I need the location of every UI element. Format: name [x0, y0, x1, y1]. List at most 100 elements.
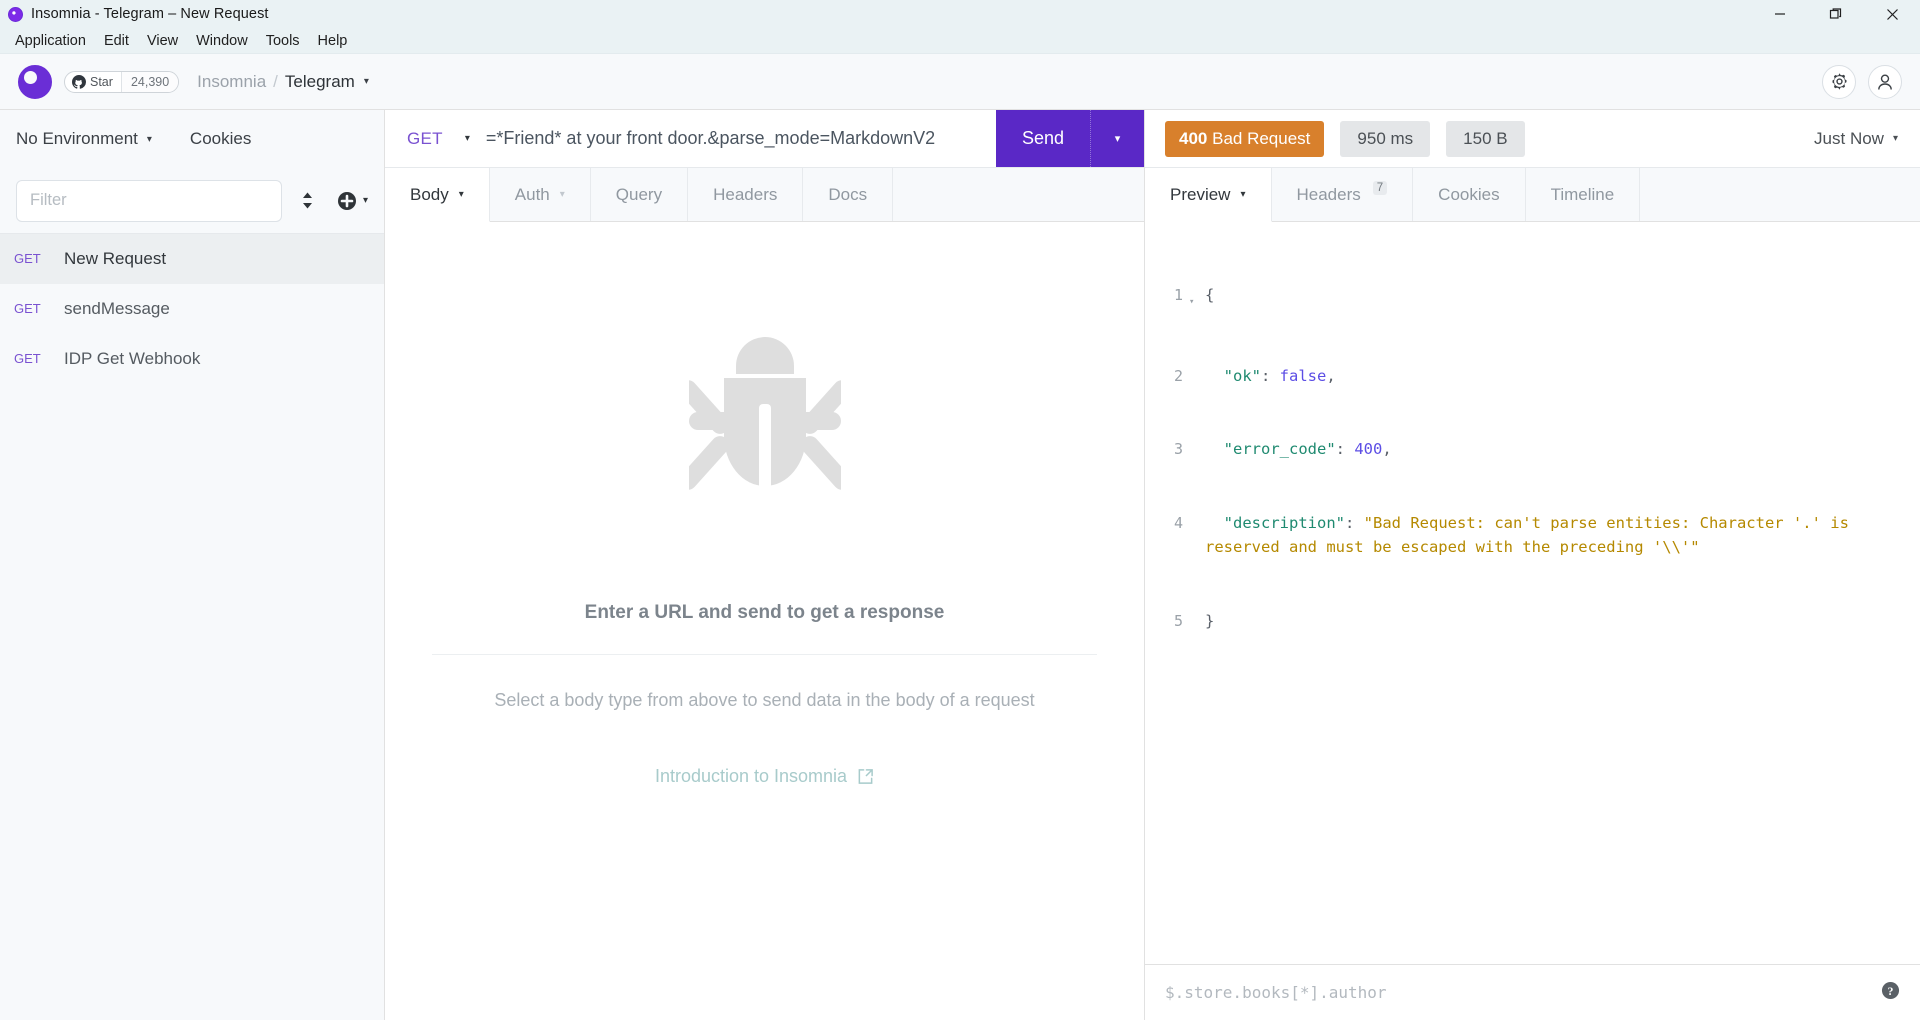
- menu-edit[interactable]: Edit: [95, 30, 138, 52]
- sidebar-item-new-request[interactable]: GET New Request: [0, 234, 384, 284]
- send-group: Send ▾: [995, 110, 1144, 167]
- sidebar-env-row: No Environment ▾ Cookies: [0, 110, 384, 168]
- menubar: Application Edit View Window Tools Help: [0, 28, 1920, 54]
- chevron-down-icon: ▾: [464, 133, 470, 144]
- tab-body[interactable]: Body ▾: [385, 168, 490, 222]
- request-empty-state: Enter a URL and send to get a response S…: [385, 222, 1144, 1020]
- tab-docs[interactable]: Docs: [803, 168, 894, 221]
- response-body-viewer[interactable]: 1 ▾ { 2 "ok": false, 3 "error_code": 400…: [1145, 222, 1920, 964]
- response-size-badge[interactable]: 150 B: [1446, 120, 1525, 157]
- chevron-down-icon: ▾: [559, 189, 565, 200]
- chevron-down-icon: ▾: [1240, 189, 1246, 200]
- tab-label: Body: [410, 184, 449, 204]
- response-time-badge[interactable]: 950 ms: [1340, 120, 1431, 157]
- github-star-label: Star: [90, 74, 113, 89]
- request-name-label: IDP Get Webhook: [64, 348, 201, 368]
- tab-label: Cookies: [1438, 184, 1500, 204]
- titlebar: Insomnia - Telegram – New Request: [0, 0, 1920, 28]
- method-selector[interactable]: GET ▾: [385, 110, 484, 167]
- github-icon: [72, 74, 86, 89]
- github-star-count: 24,390: [120, 71, 179, 92]
- tab-response-headers[interactable]: Headers 7: [1272, 168, 1414, 221]
- send-button[interactable]: Send: [995, 110, 1090, 167]
- headers-count-badge: 7: [1372, 181, 1388, 195]
- line-number: 1: [1173, 286, 1183, 304]
- response-pane: 400 Bad Request 950 ms 150 B Just Now ▾ …: [1145, 110, 1920, 1020]
- menu-window[interactable]: Window: [187, 30, 257, 52]
- chevron-down-icon: ▾: [146, 133, 152, 145]
- github-star-left: Star: [65, 72, 121, 92]
- sort-updown-icon: [302, 192, 312, 209]
- code-text: }: [1205, 611, 1215, 630]
- chevron-down-icon[interactable]: ▾: [364, 76, 369, 87]
- tab-response-cookies[interactable]: Cookies: [1413, 168, 1526, 221]
- response-timestamp: Just Now: [1814, 128, 1884, 148]
- bug-icon: [688, 337, 841, 496]
- breadcrumb: Insomnia / Telegram ▾: [197, 72, 369, 92]
- tab-headers[interactable]: Headers: [688, 168, 804, 221]
- send-options-dropdown[interactable]: ▾: [1090, 110, 1144, 167]
- account-button[interactable]: [1868, 64, 1902, 99]
- request-name-label: New Request: [64, 248, 167, 268]
- request-method-label: GET: [14, 301, 41, 316]
- introduction-link[interactable]: Introduction to Insomnia: [655, 766, 874, 787]
- menu-help[interactable]: Help: [309, 30, 357, 52]
- chevron-down-icon: ▾: [1892, 133, 1898, 144]
- insomnia-brand-icon[interactable]: [18, 64, 52, 99]
- code-line: 4 "description": "Bad Request: can't par…: [1145, 511, 1920, 560]
- sidebar-item-idp-get-webhook[interactable]: GET IDP Get Webhook: [0, 334, 384, 384]
- chevron-down-icon: ▾: [458, 189, 464, 200]
- tab-auth[interactable]: Auth ▾: [490, 168, 591, 221]
- line-number: 3: [1173, 440, 1183, 458]
- response-history-dropdown[interactable]: Just Now ▾: [1814, 129, 1898, 149]
- request-name-label: sendMessage: [64, 298, 170, 318]
- breadcrumb-workspace[interactable]: Insomnia: [197, 72, 266, 92]
- tab-label: Docs: [828, 184, 868, 204]
- menu-view[interactable]: View: [138, 30, 187, 52]
- tab-label: Preview: [1170, 184, 1231, 204]
- filter-input[interactable]: [16, 179, 282, 222]
- tabbar-fill: [1640, 168, 1920, 221]
- url-bar: GET ▾ Send ▾: [385, 110, 1144, 168]
- request-list: GET New Request GET sendMessage GET IDP …: [0, 234, 384, 1020]
- code-line: 5 }: [1145, 609, 1920, 634]
- maximize-icon[interactable]: [1808, 0, 1864, 28]
- help-button[interactable]: ?: [1881, 981, 1900, 1005]
- minimize-icon[interactable]: [1752, 0, 1808, 28]
- code-text: "error_code": 400,: [1223, 440, 1392, 458]
- tab-timeline[interactable]: Timeline: [1526, 168, 1641, 221]
- menu-tools[interactable]: Tools: [257, 30, 309, 52]
- environment-selector[interactable]: No Environment ▾: [16, 129, 152, 149]
- tab-label: Headers: [713, 184, 778, 204]
- close-icon[interactable]: [1864, 0, 1920, 28]
- request-method-label: GET: [14, 351, 41, 366]
- account-icon: [1878, 73, 1892, 90]
- tab-preview[interactable]: Preview ▾: [1145, 168, 1272, 222]
- response-tabbar: Preview ▾ Headers 7 Cookies Timeline: [1145, 168, 1920, 222]
- window-title: Insomnia - Telegram – New Request: [31, 6, 269, 22]
- jsonpath-filter-input[interactable]: [1165, 983, 1869, 1002]
- code-text: "ok": false,: [1223, 366, 1336, 385]
- settings-button[interactable]: [1822, 64, 1856, 99]
- tab-query[interactable]: Query: [591, 168, 689, 221]
- status-badge[interactable]: 400 Bad Request: [1165, 120, 1325, 157]
- breadcrumb-separator: /: [273, 71, 278, 91]
- fold-toggle-icon[interactable]: ▾: [1189, 283, 1205, 315]
- response-filter-bar: ?: [1145, 964, 1920, 1020]
- divider: [432, 654, 1097, 655]
- method-label: GET: [407, 128, 443, 148]
- add-request-button[interactable]: ▾: [337, 191, 368, 211]
- breadcrumb-project[interactable]: Telegram: [285, 72, 355, 92]
- svg-text:?: ?: [1888, 983, 1894, 997]
- github-star-button[interactable]: Star 24,390: [64, 70, 180, 93]
- url-input[interactable]: [483, 110, 996, 167]
- cookies-button[interactable]: Cookies: [190, 129, 251, 149]
- sort-button[interactable]: [300, 191, 315, 210]
- menu-application[interactable]: Application: [6, 30, 95, 52]
- sidebar: No Environment ▾ Cookies Filter ▾ GET Ne…: [0, 110, 385, 1020]
- sidebar-item-sendmessage[interactable]: GET sendMessage: [0, 284, 384, 334]
- app-window: Insomnia - Telegram – New Request Applic…: [0, 0, 1920, 1020]
- code-text: "description": "Bad Request: can't parse…: [1205, 513, 1859, 557]
